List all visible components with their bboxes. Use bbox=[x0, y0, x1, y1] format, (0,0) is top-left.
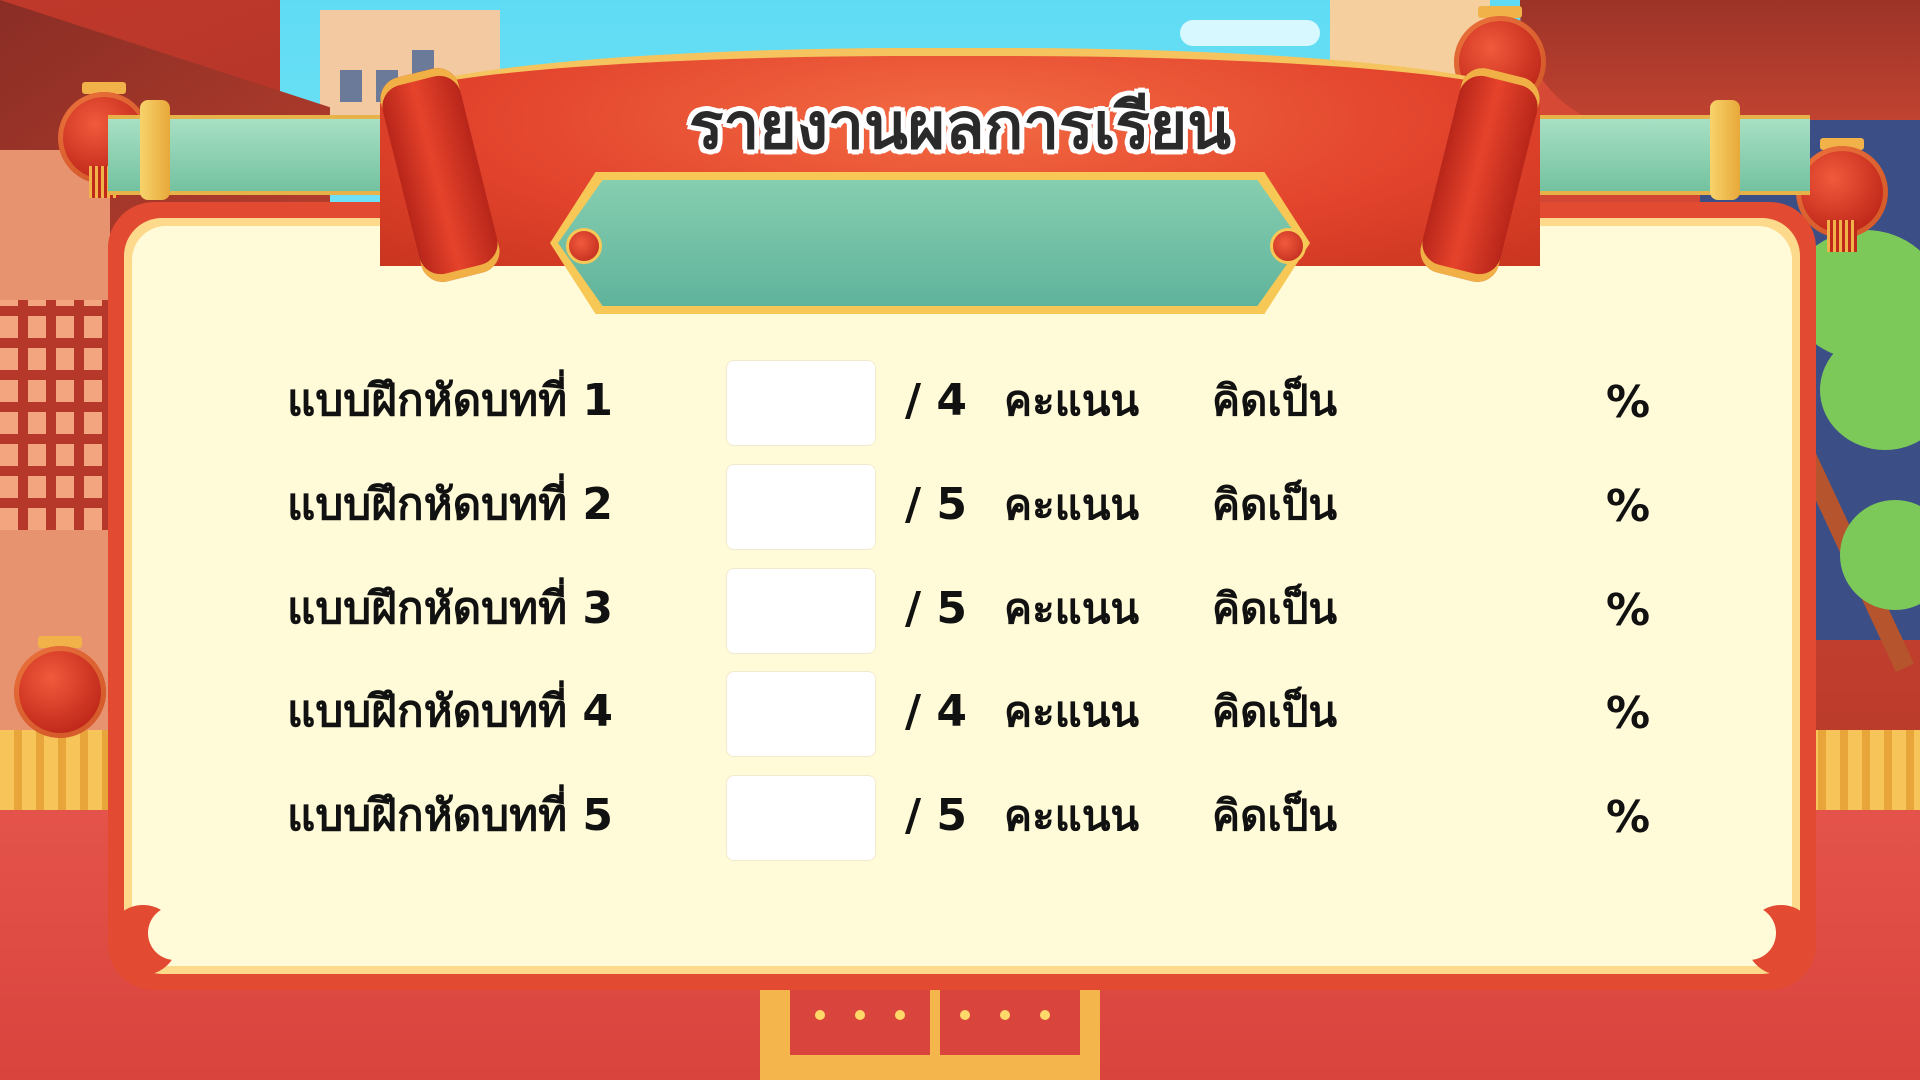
percent-sign: % bbox=[1606, 792, 1651, 843]
unit-label: คะแนน bbox=[1004, 584, 1140, 633]
calc-label: คิดเป็น bbox=[1212, 480, 1338, 529]
report-row: แบบฝึกหัดบทที่ 5 / 5 คะแนน คิดเป็น % bbox=[0, 771, 1920, 861]
plaque-stud bbox=[566, 228, 602, 264]
door-stud bbox=[1040, 1010, 1050, 1020]
unit-label: คะแนน bbox=[1004, 480, 1140, 529]
rod-cap bbox=[140, 100, 170, 200]
report-row: แบบฝึกหัดบทที่ 2 / 5 คะแนน คิดเป็น % bbox=[0, 460, 1920, 550]
max-score: / 5 bbox=[905, 790, 968, 841]
lesson-label: แบบฝึกหัดบทที่ 5 bbox=[286, 790, 614, 841]
percent-sign: % bbox=[1606, 377, 1651, 428]
unit-label: คะแนน bbox=[1004, 687, 1140, 736]
plaque-stud bbox=[1270, 228, 1306, 264]
percent-sign: % bbox=[1606, 481, 1651, 532]
percent-sign: % bbox=[1606, 585, 1651, 636]
cloud bbox=[1180, 20, 1320, 46]
calc-label: คิดเป็น bbox=[1212, 791, 1338, 840]
max-score: / 5 bbox=[905, 583, 968, 634]
max-score: / 4 bbox=[905, 686, 968, 737]
score-input[interactable] bbox=[726, 360, 876, 446]
door-stud bbox=[895, 1010, 905, 1020]
score-input[interactable] bbox=[726, 775, 876, 861]
percent-sign: % bbox=[1606, 688, 1651, 739]
door-stud bbox=[855, 1010, 865, 1020]
lesson-label: แบบฝึกหัดบทที่ 4 bbox=[286, 686, 614, 737]
lantern-icon bbox=[1827, 220, 1857, 252]
report-row: แบบฝึกหัดบทที่ 4 / 4 คะแนน คิดเป็น % bbox=[0, 667, 1920, 757]
calc-label: คิดเป็น bbox=[1212, 376, 1338, 425]
max-score: / 4 bbox=[905, 375, 968, 426]
report-row: แบบฝึกหัดบทที่ 3 / 5 คะแนน คิดเป็น % bbox=[0, 564, 1920, 654]
lesson-label: แบบฝึกหัดบทที่ 3 bbox=[286, 583, 614, 634]
rod-cap bbox=[1710, 100, 1740, 200]
report-row: แบบฝึกหัดบทที่ 1 / 4 คะแนน คิดเป็น % bbox=[0, 356, 1920, 446]
door-stud bbox=[960, 1010, 970, 1020]
plaque bbox=[558, 180, 1302, 306]
unit-label: คะแนน bbox=[1004, 791, 1140, 840]
scroll-rod-right bbox=[1510, 115, 1810, 195]
calc-label: คิดเป็น bbox=[1212, 687, 1338, 736]
panel-corner bbox=[148, 906, 202, 960]
score-input[interactable] bbox=[726, 464, 876, 550]
page-title: รายงานผลการเรียน bbox=[688, 90, 1232, 164]
unit-label: คะแนน bbox=[1004, 376, 1140, 425]
score-input[interactable] bbox=[726, 671, 876, 757]
score-input[interactable] bbox=[726, 568, 876, 654]
panel-corner bbox=[1722, 906, 1776, 960]
lesson-label: แบบฝึกหัดบทที่ 1 bbox=[286, 375, 614, 426]
door-stud bbox=[815, 1010, 825, 1020]
max-score: / 5 bbox=[905, 479, 968, 530]
calc-label: คิดเป็น bbox=[1212, 584, 1338, 633]
lesson-label: แบบฝึกหัดบทที่ 2 bbox=[286, 479, 614, 530]
door-stud bbox=[1000, 1010, 1010, 1020]
